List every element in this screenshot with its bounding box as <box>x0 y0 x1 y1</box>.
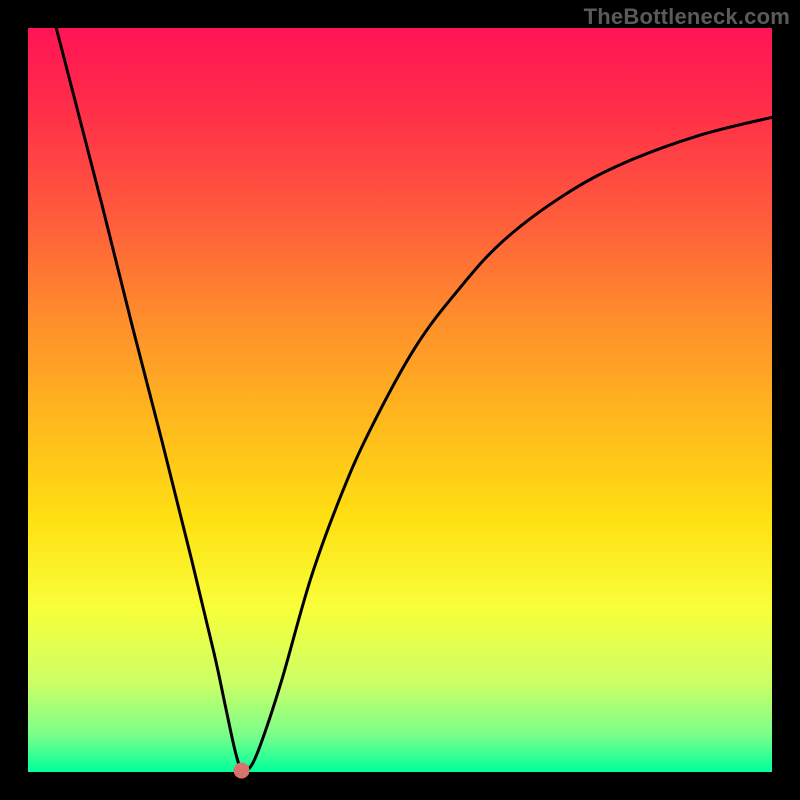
watermark-text: TheBottleneck.com <box>584 4 790 30</box>
chart-frame: TheBottleneck.com <box>0 0 800 800</box>
bottleneck-curve <box>28 28 772 772</box>
curve-path <box>56 28 772 773</box>
plot-area <box>28 28 772 772</box>
minimum-marker <box>234 763 250 779</box>
